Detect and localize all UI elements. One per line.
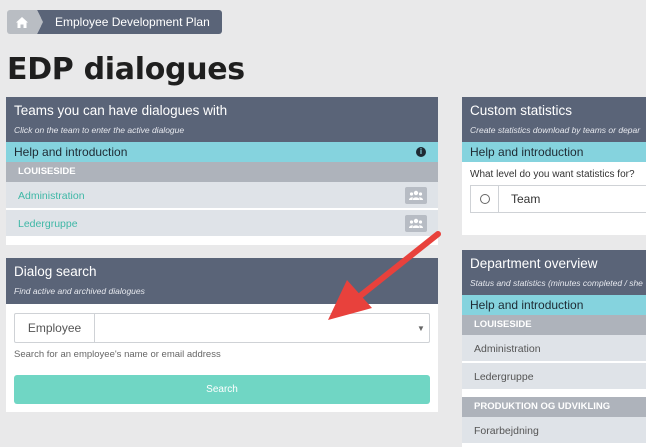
- stats-panel-subtitle: Create statistics download by teams or d…: [470, 125, 641, 135]
- teams-panel-subtitle: Click on the team to enter the active di…: [14, 125, 185, 135]
- teams-panel-header: Teams you can have dialogues with Click …: [6, 97, 438, 142]
- search-hint: Search for an employee's name or email a…: [14, 349, 221, 360]
- stats-panel-header: Custom statistics Create statistics down…: [462, 97, 646, 142]
- custom-statistics-panel: Custom statistics Create statistics down…: [462, 97, 646, 235]
- dept-panel-subtitle: Status and statistics (minutes completed…: [470, 278, 643, 288]
- stats-help-label: Help and introduction: [470, 145, 584, 159]
- radio-box: [471, 186, 499, 212]
- team-row-administration[interactable]: Administration: [6, 182, 438, 210]
- annotation-arrow: [328, 231, 441, 320]
- breadcrumb-home[interactable]: [7, 10, 43, 34]
- department-overview-panel: Department overview Status and statistic…: [462, 250, 646, 447]
- teams-panel-title: Teams you can have dialogues with: [14, 103, 228, 118]
- dept-row-ledergruppe[interactable]: Ledergruppe: [462, 363, 646, 391]
- radio-label: Team: [511, 192, 541, 206]
- info-icon[interactable]: i: [416, 147, 426, 157]
- dept-panel-title: Department overview: [470, 256, 598, 271]
- team-label: Ledergruppe: [18, 218, 78, 230]
- dept-row-forarbejdning[interactable]: Forarbejdning: [462, 417, 646, 445]
- dept-panel-header: Department overview Status and statistic…: [462, 250, 646, 295]
- dept-group-header: PRODUKTION OG UDVIKLING: [462, 397, 646, 417]
- search-button[interactable]: Search: [14, 375, 430, 404]
- radio-option-team[interactable]: Team: [470, 185, 646, 213]
- home-icon: [16, 16, 28, 28]
- team-label: Administration: [18, 190, 85, 202]
- breadcrumb: Employee Development Plan: [7, 10, 222, 34]
- stats-level-question: What level do you want statistics for?: [470, 169, 635, 180]
- teams-help-label: Help and introduction: [14, 145, 128, 159]
- teams-help-row[interactable]: Help and introduction i: [6, 142, 438, 162]
- page-title: EDP dialogues: [7, 52, 245, 87]
- dept-help-label: Help and introduction: [470, 298, 584, 312]
- teams-group-header: LOUISESIDE: [6, 162, 438, 182]
- breadcrumb-current[interactable]: Employee Development Plan: [37, 10, 222, 34]
- group-icon[interactable]: [405, 187, 427, 204]
- dept-group-header: LOUISESIDE: [462, 315, 646, 335]
- radio-button[interactable]: [479, 194, 490, 204]
- dept-row-administration[interactable]: Administration: [462, 335, 646, 363]
- dept-help-row[interactable]: Help and introduction: [462, 295, 646, 315]
- stats-help-row[interactable]: Help and introduction: [462, 142, 646, 162]
- employee-field-label: Employee: [15, 314, 95, 342]
- stats-panel-title: Custom statistics: [470, 103, 573, 118]
